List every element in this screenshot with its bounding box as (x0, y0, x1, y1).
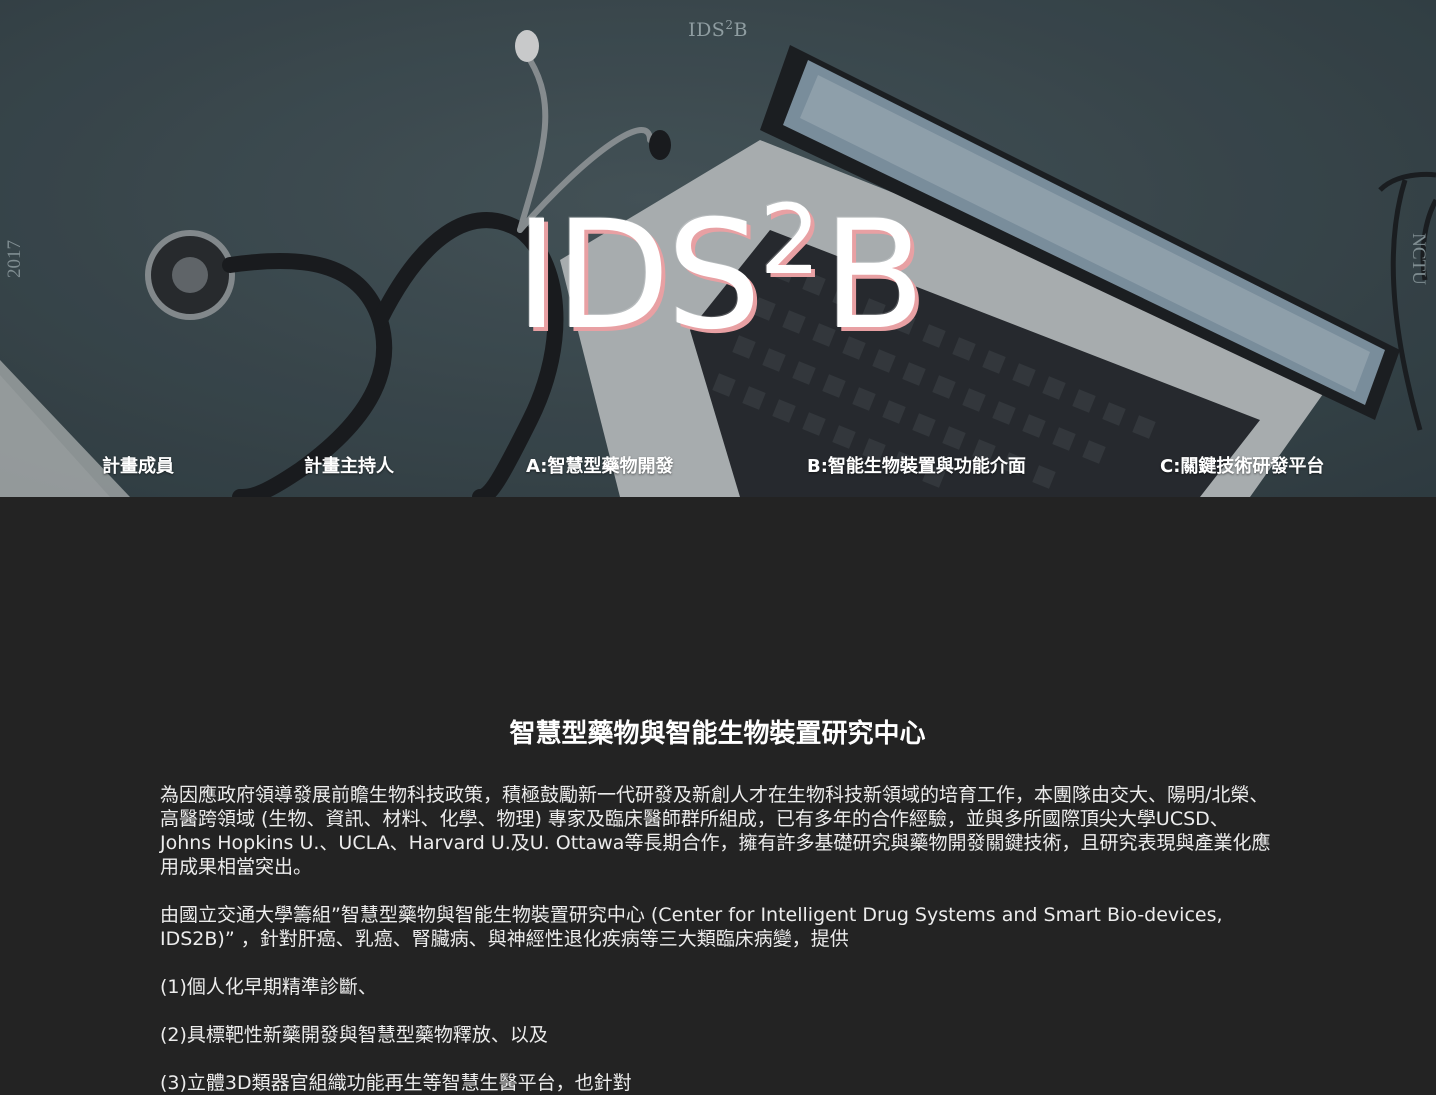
hero-title: IDS2B (0, 160, 1436, 356)
hero-title-end: B (822, 189, 926, 363)
nav-item-members[interactable]: 計畫成員 (102, 452, 174, 478)
hero-title-superscript: 2 (759, 184, 820, 296)
nav-item-bio-devices[interactable]: B:智能生物裝置與功能介面 (807, 452, 1026, 478)
top-brand-logo[interactable]: IDS2B (0, 18, 1436, 41)
nav-item-pi[interactable]: 計畫主持人 (304, 452, 394, 478)
list-item: (2)具標靶性新藥開發與智慧型藥物釋放、以及 (160, 1024, 548, 1046)
main-nav: 計畫成員 計畫主持人 A:智慧型藥物開發 B:智能生物裝置與功能介面 C:關鍵技… (0, 452, 1436, 478)
list-item: (3)立體3D類器官組織功能再生等智慧生醫平台，也針對 (160, 1072, 632, 1094)
nav-item-drug-development[interactable]: A:智慧型藥物開發 (526, 452, 673, 478)
brand-text-end: B (733, 19, 748, 41)
nav-item-tech-platform[interactable]: C:關鍵技術研發平台 (1160, 452, 1324, 478)
main-content: 智慧型藥物與智能生物裝置研究中心 為因應政府領導發展前瞻生物科技政策，積極鼓勵新… (160, 715, 1275, 1095)
brand-text: IDS (688, 19, 726, 41)
hero-title-main: IDS (514, 189, 762, 363)
hero-banner: IDS2B 2017 NCTU IDS2B 計畫成員 計畫主持人 A:智慧型藥物… (0, 0, 1436, 497)
center-paragraph: 由國立交通大學籌組”智慧型藥物與智能生物裝置研究中心 (Center for I… (160, 904, 1223, 950)
list-item: (1)個人化早期精準診斷、 (160, 976, 377, 998)
page-title: 智慧型藥物與智能生物裝置研究中心 (509, 719, 926, 749)
intro-paragraph: 為因應政府領導發展前瞻生物科技政策，積極鼓勵新一代研發及新創人才在生物科技新領域… (160, 784, 1271, 878)
